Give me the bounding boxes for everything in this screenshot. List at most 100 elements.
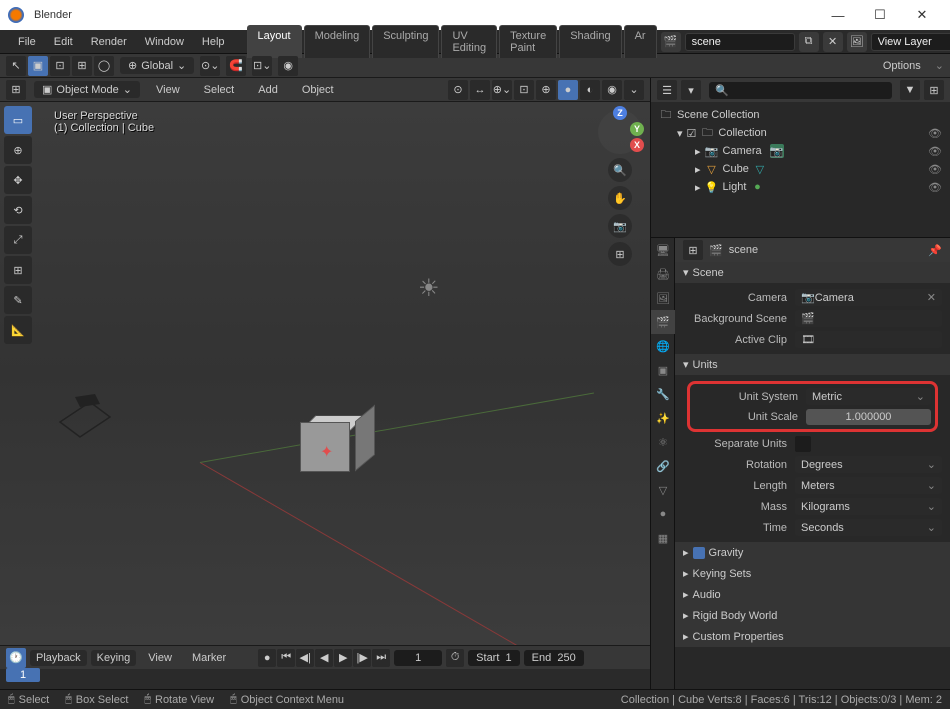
- 3d-viewport[interactable]: User Perspective (1) Collection | Cube ▭…: [0, 102, 650, 645]
- panel-audio[interactable]: ▸ Audio: [675, 584, 950, 605]
- tab-sculpting[interactable]: Sculpting: [372, 25, 439, 58]
- prop-tab-object[interactable]: ▣: [651, 358, 675, 382]
- vp-menu-add[interactable]: Add: [250, 81, 286, 99]
- outliner-new-collection-icon[interactable]: ⊞: [924, 80, 944, 100]
- editor-type-icon[interactable]: ⊞: [6, 80, 26, 100]
- length-dropdown[interactable]: Meters⌄: [795, 477, 942, 494]
- camera-object[interactable]: [50, 392, 120, 452]
- pin-icon[interactable]: 📌: [928, 244, 942, 257]
- play-reverse-icon[interactable]: ◀: [315, 649, 333, 667]
- current-frame-field[interactable]: 1: [394, 650, 442, 666]
- viewport-overlays-icon[interactable]: ⊙: [448, 80, 468, 100]
- visibility-icon[interactable]: 👁: [928, 127, 942, 140]
- playhead[interactable]: 1: [6, 668, 40, 682]
- visibility-icon[interactable]: 👁: [928, 181, 942, 194]
- gravity-checkbox[interactable]: [693, 547, 705, 559]
- tab-layout[interactable]: Layout: [247, 25, 302, 58]
- tab-uv-editing[interactable]: UV Editing: [441, 25, 497, 58]
- options-dropdown[interactable]: Options: [875, 58, 929, 74]
- visibility-icon[interactable]: 👁: [928, 145, 942, 158]
- transform-orientation-dropdown[interactable]: ⊕Global⌄: [120, 57, 194, 74]
- disclosure-triangle-icon[interactable]: ▾: [677, 127, 683, 140]
- prop-tab-constraints[interactable]: 🔗: [651, 454, 675, 478]
- prop-tab-particles[interactable]: ✨: [651, 406, 675, 430]
- perspective-toggle-icon[interactable]: ⊞: [608, 242, 632, 266]
- tool-transform[interactable]: ⊞: [4, 256, 32, 284]
- outliner-filter-icon[interactable]: ▼: [900, 80, 920, 100]
- tree-row-collection[interactable]: ▾ ☑ 🗀 Collection 👁: [655, 124, 946, 142]
- pan-gizmo-icon[interactable]: ✋: [608, 186, 632, 210]
- jump-start-icon[interactable]: ⏮: [277, 649, 295, 667]
- scene-new-icon[interactable]: ⧉: [799, 32, 819, 52]
- select-box-icon[interactable]: ▣: [28, 56, 48, 76]
- close-button[interactable]: ✕: [902, 0, 942, 30]
- panel-keying-sets[interactable]: ▸ Keying Sets: [675, 563, 950, 584]
- proportional-toggle[interactable]: ◉: [278, 56, 298, 76]
- snap-toggle[interactable]: 🧲: [226, 56, 246, 76]
- shading-material[interactable]: ◐: [580, 80, 600, 100]
- panel-scene[interactable]: ▾ Scene: [675, 262, 950, 283]
- minimize-button[interactable]: —: [818, 0, 858, 30]
- end-frame-field[interactable]: End 250: [524, 650, 584, 666]
- mode-dropdown[interactable]: ▣Object Mode⌄: [34, 81, 140, 98]
- maximize-button[interactable]: ☐: [860, 0, 900, 30]
- axis-y-icon[interactable]: Y: [630, 122, 644, 136]
- tool-annotate[interactable]: ✎: [4, 286, 32, 314]
- start-frame-field[interactable]: Start 1: [468, 650, 519, 666]
- timeline-playback-menu[interactable]: Playback: [30, 650, 87, 666]
- timeline-keying-menu[interactable]: Keying: [91, 650, 137, 666]
- disclosure-triangle-icon[interactable]: ▸: [695, 163, 701, 176]
- viewlayer-browse-icon[interactable]: 🖼: [847, 32, 867, 52]
- prop-tab-world[interactable]: 🌐: [651, 334, 675, 358]
- axis-x-icon[interactable]: X: [630, 138, 644, 152]
- shading-wireframe[interactable]: ⊕: [536, 80, 556, 100]
- separate-units-checkbox[interactable]: [795, 436, 811, 452]
- prop-tab-viewlayer[interactable]: 🖼: [651, 286, 675, 310]
- viewlayer-name-input[interactable]: [871, 33, 950, 51]
- menu-window[interactable]: Window: [137, 33, 192, 51]
- autokey-toggle[interactable]: ●: [258, 649, 276, 667]
- jump-next-key-icon[interactable]: |▶: [353, 649, 371, 667]
- scene-delete-icon[interactable]: ✕: [823, 32, 843, 52]
- prop-tab-render[interactable]: 🖥: [651, 238, 675, 262]
- vp-menu-view[interactable]: View: [148, 81, 188, 99]
- tool-measure[interactable]: 📐: [4, 316, 32, 344]
- xray-toggle[interactable]: ⊡: [514, 80, 534, 100]
- menu-help[interactable]: Help: [194, 33, 233, 51]
- scene-browse-icon[interactable]: 🎬: [661, 32, 681, 52]
- shading-solid[interactable]: ●: [558, 80, 578, 100]
- tree-row-cube[interactable]: ▸ ▽ Cube ▽ 👁: [655, 160, 946, 178]
- visibility-icon[interactable]: 👁: [928, 163, 942, 176]
- menu-render[interactable]: Render: [83, 33, 135, 51]
- menu-file[interactable]: File: [10, 33, 44, 51]
- jump-prev-key-icon[interactable]: ◀|: [296, 649, 314, 667]
- props-editor-icon[interactable]: ⊞: [683, 240, 703, 260]
- pivot-dropdown[interactable]: ⊙⌄: [200, 56, 220, 76]
- unit-system-dropdown[interactable]: Metric⌄: [806, 388, 931, 405]
- navigation-gizmo[interactable]: Z Y X: [598, 110, 642, 154]
- prop-tab-texture[interactable]: ▦: [651, 526, 675, 550]
- select-all-icon[interactable]: ⊡: [50, 56, 70, 76]
- shading-dropdown[interactable]: ⌄: [624, 80, 644, 100]
- tool-rotate[interactable]: ⟲: [4, 196, 32, 224]
- cube-object[interactable]: ✦: [300, 422, 356, 478]
- jump-end-icon[interactable]: ⏭: [372, 649, 390, 667]
- tab-shading[interactable]: Shading: [559, 25, 621, 58]
- snap-dropdown[interactable]: ⊡⌄: [252, 56, 272, 76]
- tool-select-box[interactable]: ▭: [4, 106, 32, 134]
- viewport-gizmos-icon[interactable]: ↔: [470, 80, 490, 100]
- shading-rendered[interactable]: ◉: [602, 80, 622, 100]
- camera-field[interactable]: 📷 Camera✕: [795, 289, 942, 306]
- outliner-display-mode[interactable]: ▾: [681, 80, 701, 100]
- prop-tab-physics[interactable]: ⚛: [651, 430, 675, 454]
- tab-texture-paint[interactable]: Texture Paint: [499, 25, 557, 58]
- tree-row-scene-collection[interactable]: 🗀 Scene Collection: [655, 106, 946, 124]
- prop-tab-data[interactable]: ▽: [651, 478, 675, 502]
- scene-name-input[interactable]: [685, 33, 795, 51]
- panel-custom-properties[interactable]: ▸ Custom Properties: [675, 626, 950, 647]
- tool-scale[interactable]: ⤢: [4, 226, 32, 254]
- disclosure-triangle-icon[interactable]: ▸: [695, 145, 701, 158]
- active-clip-field[interactable]: 🎞: [795, 331, 942, 348]
- checkbox-icon[interactable]: ☑: [687, 127, 697, 140]
- timeline-scrubber[interactable]: 1: [0, 669, 650, 689]
